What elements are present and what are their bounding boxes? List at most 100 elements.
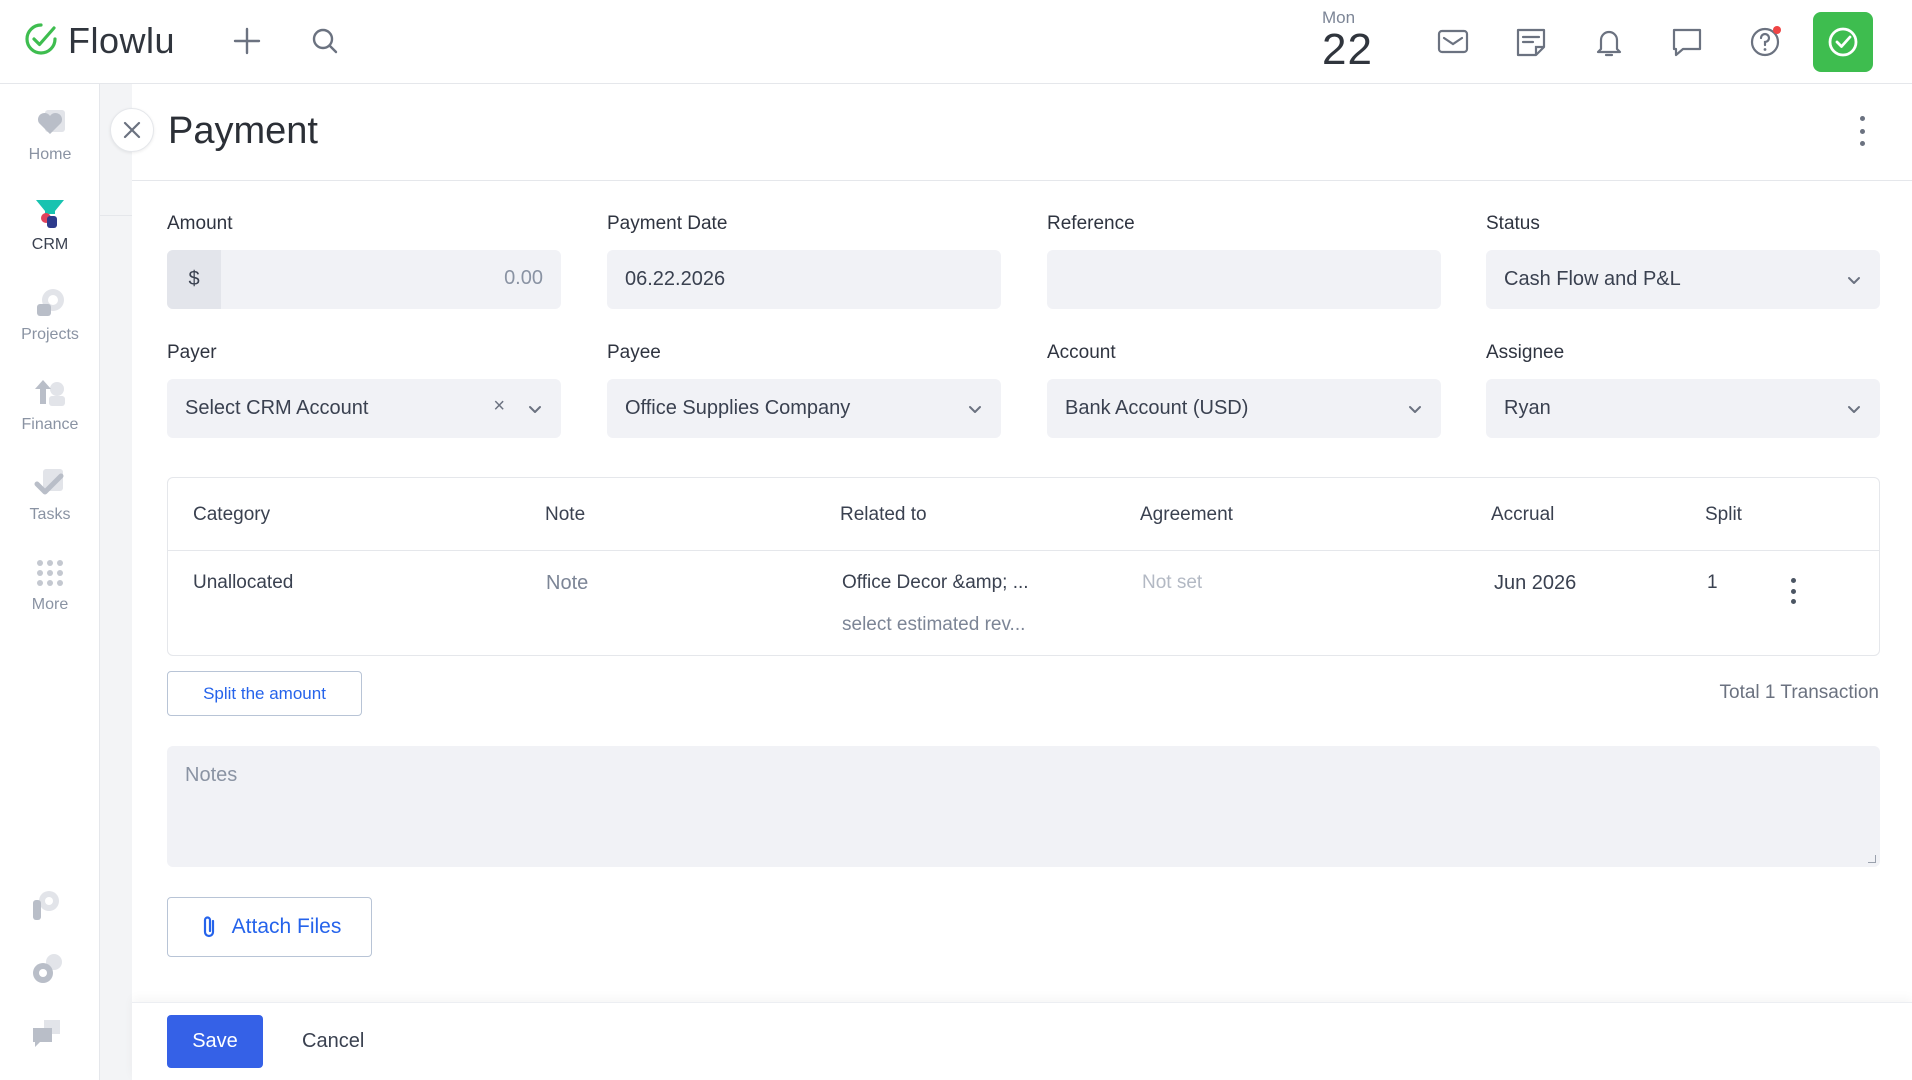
payer-select[interactable]: Select CRM Account × (167, 379, 561, 438)
sidebar-item-label: Tasks (29, 506, 71, 523)
split-cell: 1 (1707, 572, 1718, 593)
funnel-icon (33, 196, 67, 230)
column-header-split: Split (1705, 504, 1742, 525)
column-header-accrual: Accrual (1491, 504, 1555, 525)
grid-icon (33, 556, 67, 590)
category-cell[interactable]: Unallocated (193, 572, 293, 594)
header-divider (132, 180, 1912, 181)
status-value: Cash Flow and P&L (1504, 268, 1681, 290)
payee-label: Payee (607, 342, 661, 363)
sidebar-item-home[interactable]: Home (0, 106, 100, 164)
sidebar-item-label: CRM (31, 236, 69, 253)
payer-value: Select CRM Account (185, 397, 369, 419)
date-day: 22 (1322, 25, 1373, 74)
help-notification-dot (1773, 26, 1781, 34)
account-label: Account (1047, 342, 1116, 363)
payment-date-value: 06.22.2026 (625, 268, 726, 290)
amount-label: Amount (167, 213, 233, 234)
cancel-button[interactable]: Cancel (302, 1030, 364, 1053)
projects-icon (33, 286, 67, 320)
tasks-icon (33, 466, 67, 500)
sidebar-item-label: More (31, 596, 69, 613)
currency-prefix: $ (167, 250, 221, 309)
flowlu-p-icon[interactable] (30, 888, 64, 922)
chevron-down-icon (529, 406, 541, 413)
assignee-value: Ryan (1504, 397, 1551, 419)
sidebar-item-projects[interactable]: Projects (0, 286, 100, 344)
payee-value: Office Supplies Company (625, 397, 851, 419)
notes-textarea[interactable]: Notes (167, 746, 1880, 867)
accrual-cell[interactable]: Jun 2026 (1494, 572, 1576, 595)
payment-date-field[interactable]: 06.22.2026 (607, 250, 1001, 309)
chat-icon[interactable] (1669, 24, 1705, 60)
assignee-label: Assignee (1486, 342, 1565, 363)
amount-value: 0.00 (504, 267, 543, 289)
check-icon[interactable] (1813, 12, 1873, 72)
row-menu-icon[interactable] (1788, 578, 1798, 604)
reference-label: Reference (1047, 213, 1135, 234)
column-header-related-to: Related to (840, 504, 927, 525)
assignee-select[interactable]: Ryan (1486, 379, 1880, 438)
resize-handle[interactable] (1868, 855, 1876, 863)
paperclip-icon (203, 916, 214, 938)
divider (100, 215, 132, 216)
more-options-icon[interactable] (1851, 116, 1873, 146)
top-bar: Flowlu Mon 22 (0, 0, 1912, 84)
background-strip (100, 84, 132, 1080)
account-value: Bank Account (USD) (1065, 397, 1249, 419)
app-logo[interactable]: Flowlu (24, 20, 175, 62)
amount-field[interactable]: $ 0.00 (167, 250, 561, 309)
chevron-down-icon (1848, 406, 1860, 413)
column-header-note: Note (545, 504, 586, 525)
account-select[interactable]: Bank Account (USD) (1047, 379, 1441, 438)
page-title: Payment (168, 110, 318, 152)
mail-icon[interactable] (1435, 24, 1471, 60)
clear-icon[interactable]: × (493, 395, 505, 418)
sidebar-item-label: Finance (21, 416, 79, 433)
app-name: Flowlu (68, 20, 176, 61)
payer-label: Payer (167, 342, 217, 363)
attach-files-label: Attach Files (231, 915, 342, 938)
sidebar-item-label: Home (28, 146, 72, 163)
column-header-category: Category (193, 504, 271, 525)
payment-date-label: Payment Date (607, 213, 728, 234)
sidebar-item-label: Projects (21, 326, 79, 343)
chevron-down-icon (969, 406, 981, 413)
plus-icon[interactable] (230, 24, 264, 58)
column-header-agreement: Agreement (1140, 504, 1233, 525)
search-icon[interactable] (308, 24, 342, 58)
attach-files-button[interactable]: Attach Files (167, 897, 372, 957)
sidebar-item-more[interactable]: More (0, 556, 100, 614)
date-widget[interactable]: Mon 22 (1322, 8, 1382, 72)
sidebar-item-finance[interactable]: Finance (0, 376, 100, 434)
bell-icon[interactable] (1591, 24, 1627, 60)
status-label: Status (1486, 213, 1540, 234)
settings-icon[interactable] (30, 952, 64, 986)
chevron-down-icon (1848, 277, 1860, 284)
related-estimate-cell[interactable]: select estimated rev... (842, 614, 1025, 636)
notes-placeholder: Notes (185, 764, 238, 786)
split-amount-button[interactable]: Split the amount (167, 671, 362, 716)
close-button[interactable] (110, 108, 154, 152)
save-button[interactable]: Save (167, 1015, 263, 1068)
table-header-divider (168, 550, 1879, 551)
form-footer (132, 1002, 1912, 1080)
feedback-icon[interactable] (30, 1016, 64, 1050)
agreement-cell[interactable]: Not set (1142, 572, 1202, 594)
close-icon (123, 121, 141, 139)
chevron-down-icon (1409, 406, 1421, 413)
heart-icon (33, 106, 67, 140)
finance-icon (33, 376, 67, 410)
logo-check-icon (24, 22, 58, 61)
transactions-total: Total 1 Transaction (1719, 682, 1879, 703)
sidebar: Home CRM Projects Finance Tasks More (0, 84, 100, 1080)
sidebar-item-crm[interactable]: CRM (0, 196, 100, 254)
related-to-cell[interactable]: Office Decor &amp; ... (842, 572, 1029, 594)
note-cell[interactable]: Note (546, 572, 588, 595)
sidebar-item-tasks[interactable]: Tasks (0, 466, 100, 524)
reference-field[interactable] (1047, 250, 1441, 309)
status-select[interactable]: Cash Flow and P&L (1486, 250, 1880, 309)
notes-icon[interactable] (1513, 24, 1549, 60)
payee-select[interactable]: Office Supplies Company (607, 379, 1001, 438)
transactions-table: Category Note Related to Agreement Accru… (167, 477, 1880, 656)
